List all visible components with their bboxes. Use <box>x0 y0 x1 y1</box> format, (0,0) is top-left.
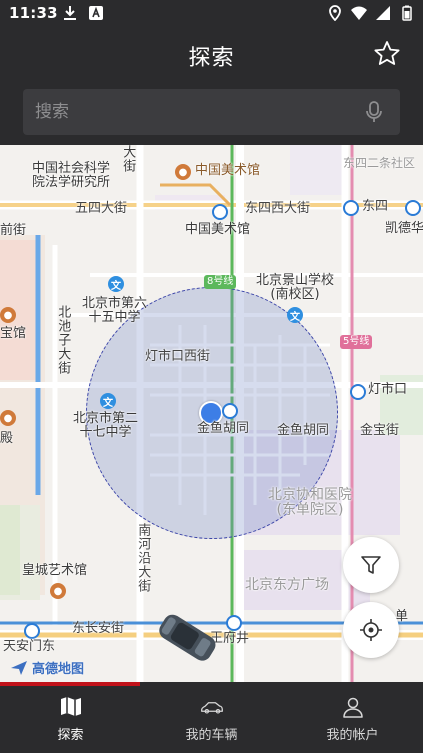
filter-icon <box>361 556 381 574</box>
map-label-art-museum: 中国美术馆 <box>185 222 251 237</box>
page-title: 探索 <box>188 46 235 71</box>
map-label-dongchanganjie: 东长安街 <box>72 621 125 636</box>
status-time: 11:33 <box>9 4 58 22</box>
locate-me-button[interactable] <box>343 602 399 658</box>
map-label-dongsi-west: 东四西大街 <box>245 201 311 216</box>
search-bar <box>23 89 400 135</box>
tab-my-vehicle-label: 我的车辆 <box>185 728 238 743</box>
subway-icon[interactable] <box>212 204 228 220</box>
person-icon <box>342 697 363 718</box>
transit-icon[interactable] <box>405 200 421 216</box>
status-bar: 11:33 <box>0 0 423 28</box>
wifi-icon <box>351 6 367 20</box>
tab-explore-label: 探索 <box>57 728 84 743</box>
star-outline-icon[interactable] <box>373 40 401 68</box>
map-label-pumc: 北京协和医院 (东单院区) <box>268 487 352 519</box>
amap-logo-icon <box>11 660 27 675</box>
a-badge-icon <box>89 6 103 20</box>
app-header: 探索 <box>0 28 423 80</box>
map-label-school65: 北京市第六 十五中学 <box>82 296 148 326</box>
poi-icon[interactable]: ● <box>0 410 16 426</box>
location-icon <box>329 5 341 21</box>
tab-explore[interactable]: 探索 <box>0 686 141 753</box>
map-label-dengshikou-west: 灯市口西街 <box>145 349 211 364</box>
subway-icon[interactable] <box>343 200 359 216</box>
museum-poi-icon[interactable]: ● <box>0 307 16 323</box>
map-provider-logo: 高德地图 <box>10 658 84 677</box>
map-label-oriental-plaza: 北京东方广场 <box>245 577 329 593</box>
map-label-jinyu-1: 金鱼胡同 <box>197 421 250 436</box>
school-poi-icon[interactable]: 文 <box>100 393 116 409</box>
school-poi-icon[interactable]: 文 <box>287 307 303 323</box>
battery-icon <box>402 5 412 21</box>
map-label-huangcheng: 皇城艺术馆 <box>22 563 88 578</box>
map-label-dengshikou: 灯市口 <box>368 382 408 397</box>
map-label-jinyu-2: 金鱼胡同 <box>277 423 330 438</box>
map-label-dongsi: 东四 <box>362 199 389 214</box>
museum-poi-icon[interactable]: ● <box>175 164 191 180</box>
locate-crosshair-icon <box>360 619 382 641</box>
tab-my-account[interactable]: 我的帐户 <box>282 686 423 753</box>
map-label-wusi: 五四大街 <box>75 201 128 216</box>
map-label-academy: 中国社会科学 院法学研究所 <box>32 161 111 191</box>
map-label-dian: 殿 <box>0 431 14 446</box>
metro-line-5-tag: 5号线 <box>340 335 373 349</box>
tab-my-vehicle[interactable]: 我的车辆 <box>141 686 282 753</box>
map-label-kaide: 凯德华 <box>385 221 423 236</box>
metro-line-8-tag: 8号线 <box>204 275 237 289</box>
map-label-school27: 北京市第二 十七中学 <box>73 411 139 441</box>
map-label-jingshan: 北京景山学校 (南校区) <box>256 273 335 303</box>
map-label-jinbao: 金宝街 <box>360 423 400 438</box>
bottom-navigation: 探索 我的车辆 我的帐户 <box>0 686 423 753</box>
map-label-qianjie: 前街 <box>0 223 27 238</box>
school-poi-icon[interactable]: 文 <box>108 276 124 292</box>
app-screen: 11:33 探索 搜索 中国社会科学 院法学研究所 大街 ● 中国美术馆 东四二… <box>0 0 423 753</box>
map-label-dadian: 大街 <box>120 145 136 173</box>
map-label-dongsi-north: 东四二条社区 <box>343 156 416 170</box>
tab-my-account-label: 我的帐户 <box>326 728 379 743</box>
map-label-baoguan: 宝馆 <box>0 326 27 341</box>
subway-icon[interactable] <box>226 615 242 631</box>
car-icon <box>200 702 223 714</box>
signal-icon <box>376 6 390 20</box>
map-label-tiananmen-east: 天安门东 <box>3 639 56 654</box>
map-icon <box>60 697 81 716</box>
vehicle-marker-icon[interactable] <box>150 610 222 666</box>
subway-icon[interactable] <box>350 384 366 400</box>
map-label-nanheyan: 南河沿大街 <box>135 523 151 593</box>
mic-icon[interactable] <box>362 100 386 124</box>
filter-button[interactable] <box>343 537 399 593</box>
map-label-beichizi: 北池子大街 <box>55 305 71 375</box>
download-icon <box>64 6 76 20</box>
map-view[interactable]: 中国社会科学 院法学研究所 大街 ● 中国美术馆 东四二条社区 五四大街 东四西大… <box>0 145 423 682</box>
subway-icon[interactable] <box>222 403 238 419</box>
subway-icon[interactable] <box>24 623 40 639</box>
search-input[interactable] <box>35 89 355 135</box>
map-label-art-museum-top: 中国美术馆 <box>195 163 261 178</box>
museum-poi-icon[interactable]: ● <box>50 583 66 599</box>
